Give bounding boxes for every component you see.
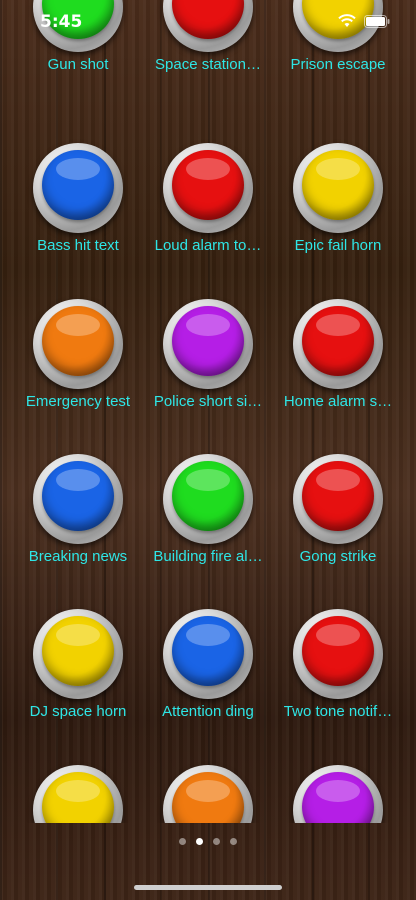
- sound-label: Loud alarm to…: [154, 237, 262, 254]
- sound-label: DJ space horn: [29, 703, 127, 720]
- home-indicator[interactable]: [134, 885, 282, 890]
- sound-label: Emergency test: [25, 393, 131, 410]
- wifi-icon: [338, 14, 356, 33]
- status-bar: 5:45: [0, 0, 416, 44]
- sound-button[interactable]: [163, 454, 253, 544]
- sound-label: Home alarm s…: [283, 393, 393, 410]
- sound-tile[interactable]: Breaking news: [13, 454, 143, 610]
- sound-button[interactable]: [163, 299, 253, 389]
- sound-tile[interactable]: Loud alarm to…: [143, 143, 273, 299]
- sound-tile[interactable]: [143, 765, 273, 823]
- status-icons: [338, 14, 390, 33]
- sound-button[interactable]: [33, 299, 123, 389]
- sound-tile[interactable]: DJ space horn: [13, 609, 143, 765]
- sound-tile[interactable]: Epic fail horn: [273, 143, 403, 299]
- sound-label: Breaking news: [28, 548, 128, 565]
- sound-button[interactable]: [293, 143, 383, 233]
- sound-label: Police short si…: [153, 393, 263, 410]
- sound-tile[interactable]: Home alarm s…: [273, 299, 403, 455]
- sound-tile[interactable]: Gong strike: [273, 454, 403, 610]
- sound-label: Building fire al…: [153, 548, 263, 565]
- sound-button[interactable]: [293, 765, 383, 823]
- sound-tile[interactable]: Building fire al…: [143, 454, 273, 610]
- sound-tile[interactable]: [13, 765, 143, 823]
- sound-tile[interactable]: [273, 765, 403, 823]
- page-dot[interactable]: [213, 838, 220, 845]
- sound-tile[interactable]: Emergency test: [13, 299, 143, 455]
- sound-button[interactable]: [163, 143, 253, 233]
- sound-button[interactable]: [163, 765, 253, 823]
- status-time: 5:45: [40, 12, 83, 32]
- page-dot-current[interactable]: [196, 838, 203, 845]
- page-dot[interactable]: [179, 838, 186, 845]
- sound-label: Gun shot: [47, 56, 109, 73]
- sound-button[interactable]: [293, 299, 383, 389]
- sound-label: Space station…: [155, 56, 261, 73]
- sound-button[interactable]: [33, 454, 123, 544]
- sound-label: Prison escape: [290, 56, 386, 73]
- sound-label: Bass hit text: [37, 237, 119, 254]
- sound-button[interactable]: [293, 454, 383, 544]
- sound-label: Gong strike: [299, 548, 377, 565]
- sound-tile[interactable]: Police short si…: [143, 299, 273, 455]
- page-dot[interactable]: [230, 838, 237, 845]
- sound-button[interactable]: [163, 609, 253, 699]
- sound-label: Epic fail horn: [294, 237, 382, 254]
- sound-button[interactable]: [33, 765, 123, 823]
- sound-button[interactable]: [33, 143, 123, 233]
- sound-label: Two tone notif…: [283, 703, 393, 720]
- sound-tile[interactable]: Attention ding: [143, 609, 273, 765]
- sound-tile[interactable]: Two tone notif…: [273, 609, 403, 765]
- sound-tile[interactable]: Bass hit text: [13, 143, 143, 299]
- page-indicator[interactable]: [0, 838, 416, 852]
- sound-button[interactable]: [293, 609, 383, 699]
- sound-label: Attention ding: [162, 703, 254, 720]
- sound-grid: Gun shot Space station… Prison escape Ba…: [0, 0, 416, 823]
- battery-icon: [364, 14, 390, 33]
- sound-button[interactable]: [33, 609, 123, 699]
